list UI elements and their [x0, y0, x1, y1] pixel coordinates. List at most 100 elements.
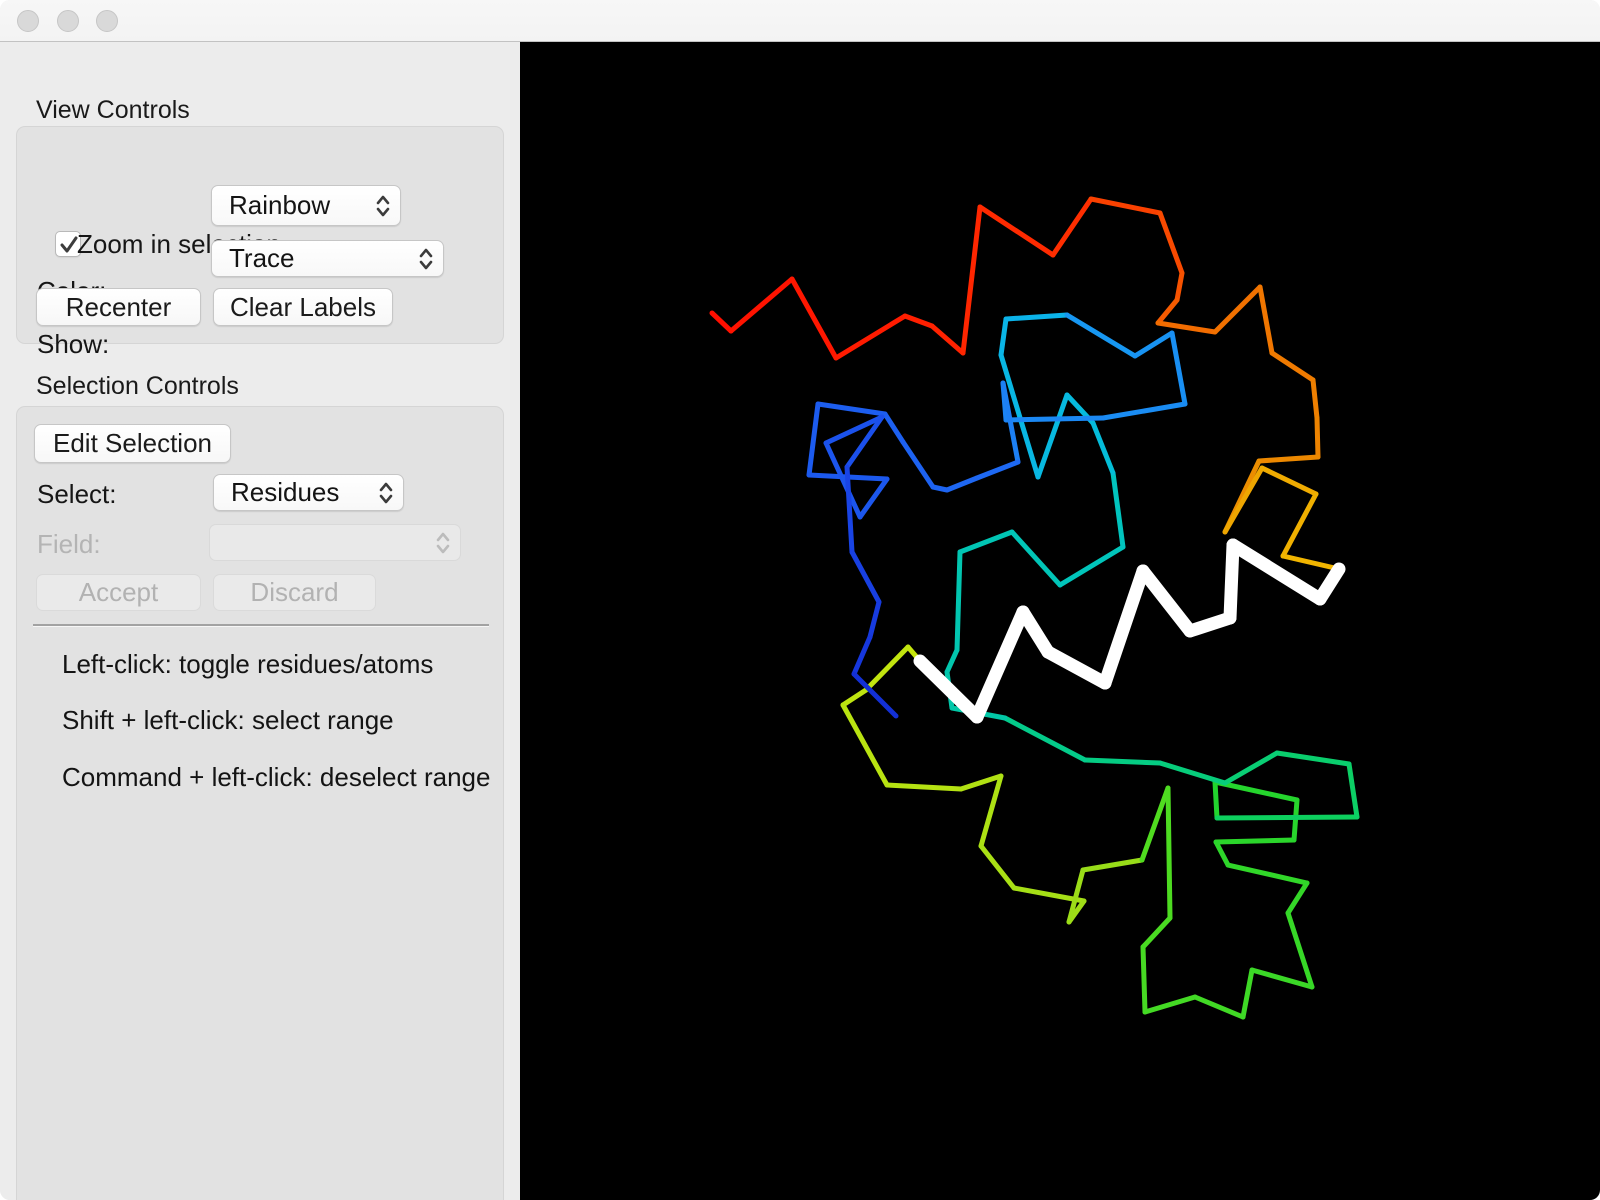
trace-segment-green[interactable]	[1140, 915, 1173, 950]
trace-segment-red-orange[interactable]	[1088, 196, 1163, 216]
trace-segment-chartreuse[interactable]	[840, 702, 890, 788]
trace-segment-red[interactable]	[728, 276, 795, 334]
discard-button[interactable]: Discard	[213, 574, 376, 611]
trace-segment-green[interactable]	[1212, 779, 1220, 821]
trace-segment-orange[interactable]	[1257, 284, 1275, 356]
trace-segment-chartreuse[interactable]	[978, 843, 1017, 891]
trace-segment-orange[interactable]	[1256, 454, 1321, 464]
trace-segment-selection-white[interactable]	[970, 605, 1030, 724]
trace-segment-orange[interactable]	[1212, 284, 1263, 335]
trace-segment-royal-blue[interactable]	[815, 401, 888, 417]
trace-segment-royal-blue[interactable]	[900, 439, 936, 490]
trace-segment-azure[interactable]	[1169, 330, 1188, 407]
trace-segment-green[interactable]	[1140, 944, 1148, 1015]
trace-segment-chartreuse[interactable]	[978, 773, 1004, 849]
trace-segment-royal-blue[interactable]	[944, 475, 980, 493]
trace-segment-green[interactable]	[1142, 994, 1198, 1015]
trace-segment-azure[interactable]	[1003, 415, 1106, 423]
trace-segment-orange[interactable]	[1269, 350, 1316, 383]
show-dropdown[interactable]: Trace	[211, 240, 444, 277]
trace-segment-green[interactable]	[1285, 880, 1310, 916]
clear-labels-button[interactable]: Clear Labels	[213, 288, 393, 326]
trace-segment-green[interactable]	[1213, 837, 1297, 845]
trace-segment-cyan[interactable]	[1003, 312, 1070, 322]
trace-segment-red[interactable]	[1050, 196, 1094, 258]
trace-segment-teal[interactable]	[957, 529, 1015, 555]
trace-segment-selection-white[interactable]	[1098, 564, 1150, 690]
trace-segment-green[interactable]	[1285, 910, 1315, 990]
trace-segment-chartreuse[interactable]	[863, 644, 911, 693]
trace-segment-selection-white[interactable]	[1136, 564, 1197, 638]
trace-segment-blue[interactable]	[844, 464, 855, 555]
trace-segment-chartreuse[interactable]	[1080, 857, 1145, 873]
trace-segment-cyan[interactable]	[1102, 450, 1116, 476]
trace-segment-cyan[interactable]	[1035, 392, 1070, 480]
trace-segment-red-orange[interactable]	[1155, 297, 1180, 326]
trace-segment-green[interactable]	[1192, 994, 1246, 1020]
trace-segment-green[interactable]	[1225, 862, 1310, 886]
trace-segment-teal[interactable]	[944, 647, 960, 675]
trace-segment-chartreuse[interactable]	[840, 687, 869, 708]
select-dropdown[interactable]: Residues	[213, 474, 404, 511]
trace-segment-gold[interactable]	[1280, 553, 1342, 572]
trace-segment-teal[interactable]	[1057, 544, 1126, 588]
trace-segment-green[interactable]	[1212, 779, 1300, 803]
trace-segment-teal[interactable]	[1009, 529, 1063, 588]
trace-segment-blue[interactable]	[867, 599, 882, 640]
color-dropdown[interactable]: Rainbow	[211, 185, 401, 226]
trace-segment-chartreuse[interactable]	[884, 782, 964, 792]
trace-segment-teal[interactable]	[1110, 470, 1126, 550]
trace-segment-green[interactable]	[1213, 839, 1231, 868]
trace-segment-red-orange[interactable]	[1174, 270, 1185, 303]
trace-segment-red[interactable]	[977, 204, 1056, 258]
trace-segment-teal[interactable]	[954, 549, 963, 653]
title-bar[interactable]	[0, 0, 1600, 42]
trace-segment-spring-green[interactable]	[1082, 757, 1163, 766]
accept-button[interactable]: Accept	[36, 574, 201, 611]
zoom-window-button[interactable]	[96, 10, 118, 32]
trace-segment-green[interactable]	[1249, 967, 1315, 990]
molecule-viewport[interactable]	[520, 42, 1600, 1200]
trace-segment-red-orange[interactable]	[1157, 210, 1185, 276]
trace-segment-cyan[interactable]	[998, 316, 1009, 358]
trace-segment-selection-white[interactable]	[1223, 538, 1240, 625]
trace-segment-blue[interactable]	[851, 634, 873, 677]
trace-segment-spring-green[interactable]	[1222, 750, 1280, 786]
field-dropdown[interactable]	[209, 524, 461, 561]
trace-segment-azure[interactable]	[1100, 401, 1188, 421]
trace-segment-selection-white[interactable]	[1226, 538, 1327, 606]
trace-segment-red[interactable]	[960, 204, 983, 356]
trace-segment-red[interactable]	[789, 276, 839, 361]
trace-segment-royal-blue[interactable]	[806, 401, 821, 478]
trace-segment-green[interactable]	[1291, 797, 1300, 843]
minimize-button[interactable]	[57, 10, 79, 32]
trace-segment-orange[interactable]	[1310, 377, 1320, 421]
trace-segment-royal-blue[interactable]	[882, 411, 906, 445]
trace-segment-gold[interactable]	[1280, 491, 1319, 559]
edit-selection-button[interactable]: Edit Selection	[34, 424, 231, 463]
trace-segment-gold[interactable]	[1259, 465, 1319, 497]
trace-segment-spring-green[interactable]	[1002, 715, 1088, 763]
trace-segment-selection-white[interactable]	[1041, 645, 1112, 690]
trace-segment-cyan[interactable]	[1090, 420, 1108, 456]
trace-segment-azure[interactable]	[1064, 312, 1138, 359]
trace-segment-red[interactable]	[833, 313, 908, 361]
trace-segment-spring-green[interactable]	[1214, 814, 1360, 821]
molecule-trace[interactable]	[520, 42, 1600, 1200]
trace-segment-azure[interactable]	[1132, 330, 1175, 359]
trace-segment-green[interactable]	[1240, 967, 1255, 1020]
trace-segment-green[interactable]	[1139, 785, 1171, 863]
trace-segment-royal-blue[interactable]	[974, 459, 1021, 481]
trace-segment-red[interactable]	[709, 310, 734, 334]
trace-segment-green[interactable]	[1165, 785, 1173, 921]
trace-segment-red[interactable]	[929, 323, 966, 356]
trace-segment-gold[interactable]	[1222, 465, 1265, 535]
trace-segment-spring-green[interactable]	[1157, 760, 1228, 786]
trace-segment-blue[interactable]	[849, 549, 882, 605]
trace-segment-royal-blue[interactable]	[857, 476, 890, 520]
trace-segment-spring-green[interactable]	[1274, 750, 1352, 767]
trace-segment-orange[interactable]	[1155, 320, 1218, 335]
trace-segment-chartreuse[interactable]	[958, 773, 1004, 792]
trace-segment-spring-green[interactable]	[1346, 761, 1360, 820]
close-button[interactable]	[17, 10, 39, 32]
